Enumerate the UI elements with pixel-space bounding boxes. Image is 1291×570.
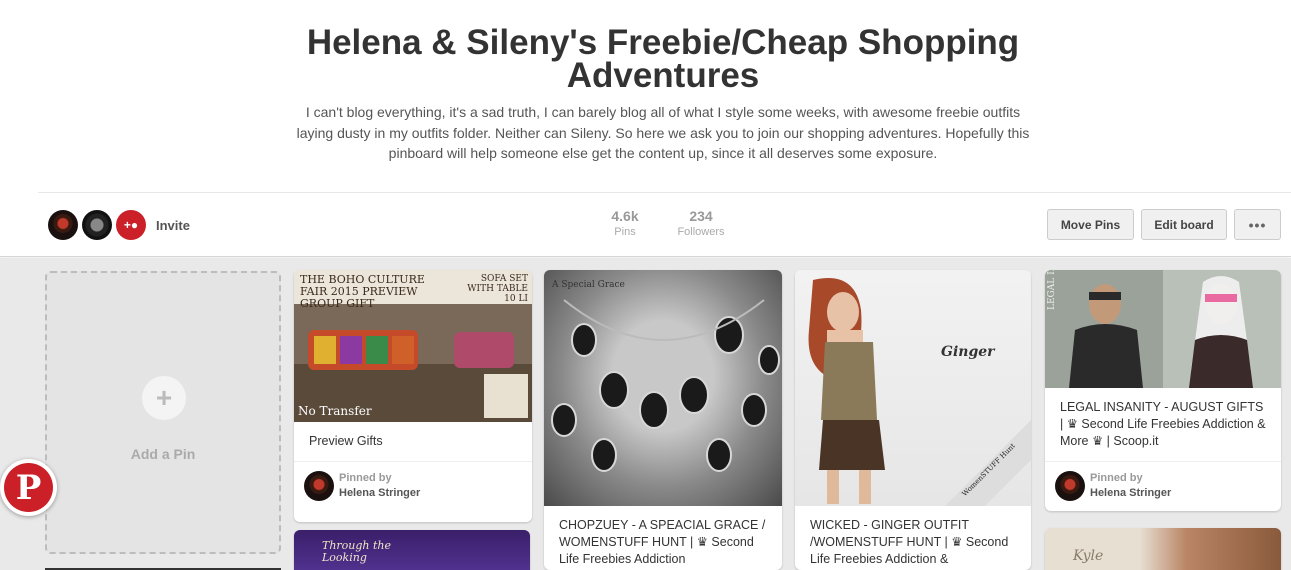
pin-description[interactable]: WICKED - GINGER OUTFIT /WOMENSTUFF HUNT … [795, 506, 1031, 568]
pin-card[interactable]: A Special Grace CHOPZUEY - A SPEACIAL GR… [544, 270, 782, 570]
pinterest-logo-icon: P [4, 463, 53, 512]
invite-icon[interactable]: +● [116, 210, 146, 240]
pin-description[interactable]: Preview Gifts [294, 422, 532, 450]
pin-grid: + Add a Pin THE BOHO CULTURE FAIR 2015 P… [0, 258, 1291, 570]
pin-image[interactable]: A Special Grace [544, 270, 782, 506]
collaborator-avatars: +● Invite [48, 210, 190, 240]
move-pins-button[interactable]: Move Pins [1047, 209, 1134, 240]
board-toolbar: +● Invite 4.6k Pins 234 Followers Move P… [0, 193, 1291, 257]
pin-card[interactable]: THE BOHO CULTURE FAIR 2015 PREVIEW GROUP… [294, 270, 532, 522]
board-title: Helena & Sileny's Freebie/Cheap Shopping… [306, 23, 1020, 95]
jewelry-illustration [551, 299, 780, 472]
pin-image[interactable]: Through the Looking [294, 530, 530, 570]
pin-card[interactable]: Kyle [1045, 528, 1281, 570]
pinned-by[interactable]: Pinned by Helena Stringer [294, 462, 532, 510]
pin-description[interactable]: LEGAL INSANITY - AUGUST GIFTS | ♛ Second… [1045, 388, 1281, 450]
pin-image[interactable]: LEGAL INSANITY [1045, 270, 1281, 388]
image-caption: SOFA SET WITH TABLE 10 LI [467, 274, 528, 304]
pin-image[interactable]: Ginger WomenSTUFF Hunt [795, 270, 1031, 506]
pinner-name[interactable]: Helena Stringer [339, 486, 420, 501]
image-caption: Ginger [941, 344, 995, 360]
image-caption: A Special Grace [552, 280, 625, 290]
board-stats: 4.6k Pins 234 Followers [600, 208, 752, 238]
pin-card[interactable]: LEGAL INSANITY LEGAL INSANITY - AUGUST G… [1045, 270, 1281, 511]
pinned-by[interactable]: Pinned by Helena Stringer [1045, 462, 1281, 510]
invite-link[interactable]: Invite [156, 218, 190, 233]
more-options-button[interactable]: ••• [1234, 209, 1281, 240]
pin-image[interactable]: THE BOHO CULTURE FAIR 2015 PREVIEW GROUP… [294, 270, 532, 422]
add-pin-card[interactable]: + Add a Pin [45, 271, 281, 554]
pinned-by-text: Pinned by Helena Stringer [1090, 471, 1171, 501]
pinned-by-label: Pinned by [1090, 472, 1143, 484]
avatar[interactable] [1055, 471, 1085, 501]
image-caption: Through the Looking [322, 539, 392, 564]
stat-value: 4.6k [611, 208, 639, 224]
pin-card[interactable]: Through the Looking [294, 530, 530, 570]
stat-value: 234 [689, 208, 713, 224]
stat-label: Pins [614, 226, 636, 238]
plus-icon: + [142, 376, 186, 420]
avatar[interactable] [48, 210, 78, 240]
avatar[interactable] [82, 210, 112, 240]
avatars-illustration [1069, 276, 1253, 388]
add-pin-label: Add a Pin [130, 446, 196, 462]
stat-pins[interactable]: 4.6k Pins [600, 208, 650, 238]
image-caption: THE BOHO CULTURE FAIR 2015 PREVIEW GROUP… [300, 273, 425, 310]
pinned-by-text: Pinned by Helena Stringer [339, 471, 420, 501]
pinner-name[interactable]: Helena Stringer [1090, 486, 1171, 501]
pin-description[interactable]: CHOPZUEY - A SPEACIAL GRACE / WOMENSTUFF… [544, 506, 782, 568]
image-caption: LEGAL INSANITY [1047, 270, 1057, 310]
board-header: Helena & Sileny's Freebie/Cheap Shopping… [0, 0, 1291, 192]
pinterest-board-page: Helena & Sileny's Freebie/Cheap Shopping… [0, 0, 1291, 570]
edit-board-button[interactable]: Edit board [1141, 209, 1227, 240]
stat-label: Followers [677, 226, 725, 238]
avatar-illustration [808, 278, 1031, 506]
image-caption: Kyle [1073, 548, 1104, 564]
board-description: I can't blog everything, it's a sad trut… [296, 104, 1030, 161]
avatar[interactable] [304, 471, 334, 501]
image-caption: No Transfer [298, 404, 372, 418]
stat-followers[interactable]: 234 Followers [676, 208, 726, 238]
pin-image[interactable]: Kyle [1045, 528, 1281, 570]
pin-card[interactable]: Ginger WomenSTUFF Hunt WICKED - GINGER O… [795, 270, 1031, 570]
pinned-by-label: Pinned by [339, 472, 392, 484]
pinterest-save-button[interactable]: P [0, 459, 57, 516]
